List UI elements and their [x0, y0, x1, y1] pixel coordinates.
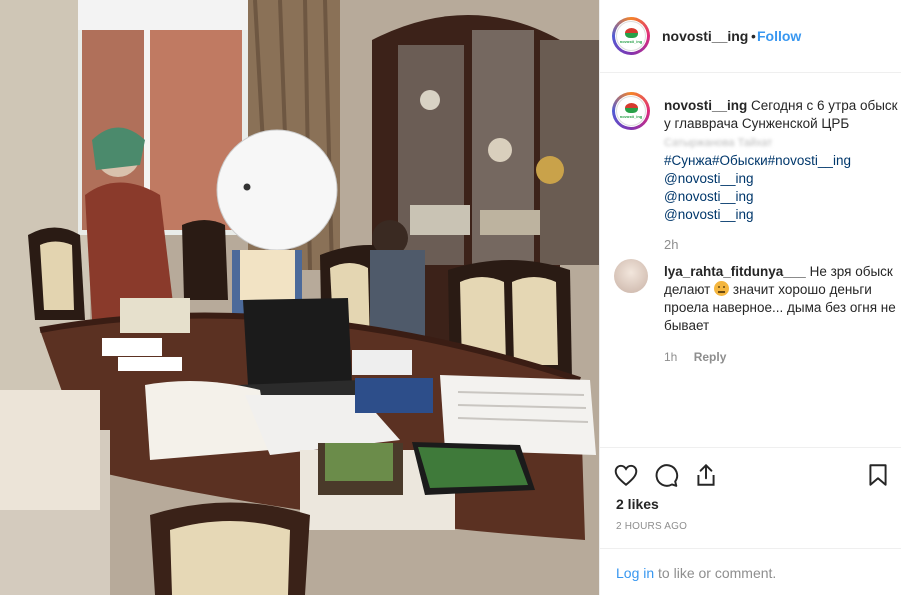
- post-timestamp: 2 HOURS AGO: [616, 521, 688, 532]
- login-footer: Log in to like or comment.: [600, 548, 901, 596]
- login-prompt-rest: to like or comment.: [658, 565, 777, 581]
- comment-text: lya_rahta_fitdunya___ Не зря обыск делаю…: [664, 263, 900, 335]
- caption-avatar[interactable]: novosti_ing: [612, 92, 650, 130]
- post-sidebar: novosti_ing novosti__ing • Follow novost…: [599, 0, 901, 595]
- caption-text: novosti__ing Сегодня с 6 утра обыск у гл…: [664, 97, 900, 224]
- caption-time: 2h: [664, 237, 679, 252]
- post-header: novosti_ing novosti__ing • Follow: [600, 0, 901, 73]
- comment-icon[interactable]: [653, 462, 679, 488]
- photo-scene: [0, 0, 599, 595]
- login-prompt: Log in to like or comment.: [616, 565, 776, 581]
- commenter-username[interactable]: lya_rahta_fitdunya___: [664, 264, 806, 279]
- follow-button[interactable]: Follow: [757, 28, 801, 44]
- action-bar: [600, 447, 901, 487]
- mention-link[interactable]: @novosti__ing: [664, 189, 754, 204]
- hashtags-link[interactable]: #Сунжа#Обыски#novosti__ing: [664, 153, 851, 168]
- share-icon[interactable]: [693, 462, 719, 488]
- commenter-avatar[interactable]: [614, 259, 648, 293]
- heart-icon[interactable]: [613, 462, 639, 488]
- mention-link[interactable]: @novosti__ing: [664, 171, 754, 186]
- reply-button[interactable]: Reply: [694, 350, 727, 364]
- comment-meta: 1h Reply: [664, 350, 739, 364]
- profile-avatar[interactable]: novosti_ing: [612, 17, 650, 55]
- blurred-text: Сатыржанова Тайхат: [664, 137, 773, 149]
- separator-dot: •: [751, 28, 756, 44]
- likes-count[interactable]: 2 likes: [616, 496, 659, 512]
- grimace-emoji-icon: [714, 281, 730, 296]
- header-username[interactable]: novosti__ing: [662, 28, 748, 44]
- post-photo[interactable]: [0, 0, 599, 595]
- login-link[interactable]: Log in: [616, 565, 654, 581]
- caption-username[interactable]: novosti__ing: [664, 98, 747, 113]
- comment-time: 1h: [664, 350, 678, 364]
- bookmark-icon[interactable]: [865, 462, 891, 488]
- mention-link[interactable]: @novosti__ing: [664, 207, 754, 222]
- novosti-logo-icon: novosti_ing: [616, 96, 646, 126]
- novosti-logo-icon: novosti_ing: [616, 21, 646, 51]
